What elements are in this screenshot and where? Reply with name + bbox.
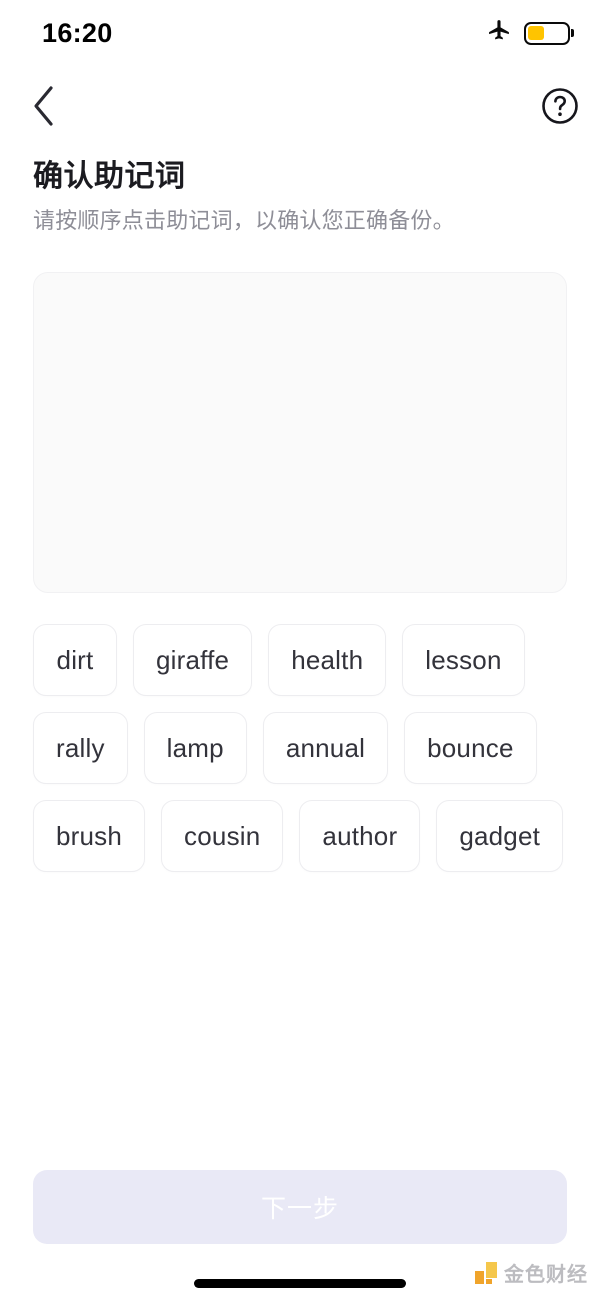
word-chip[interactable]: rally bbox=[33, 712, 128, 784]
header-block: 确认助记词 请按顺序点击助记词，以确认您正确备份。 bbox=[33, 158, 567, 236]
word-bank: dirt giraffe health lesson rally lamp annual bo… bbox=[33, 624, 573, 872]
chevron-left-icon bbox=[34, 86, 53, 126]
nav-bar bbox=[0, 66, 600, 146]
watermark-text: 金色财经 bbox=[504, 1264, 588, 1286]
help-circle-icon bbox=[542, 88, 578, 124]
word-chip[interactable]: giraffe bbox=[133, 624, 253, 696]
word-chip[interactable]: gadget bbox=[436, 800, 564, 872]
app-screen: 16:20 确认助记词 请按顺序点击助记词，以确认您正确备份。 dirt gir… bbox=[0, 0, 600, 1299]
watermark: 金色财经 bbox=[475, 1258, 588, 1287]
word-chip[interactable]: brush bbox=[33, 800, 146, 872]
word-chip[interactable]: author bbox=[299, 800, 421, 872]
status-indicators bbox=[487, 18, 570, 48]
airplane-mode-icon bbox=[487, 18, 512, 48]
home-indicator bbox=[194, 1279, 406, 1288]
selected-words-panel[interactable] bbox=[33, 272, 567, 593]
status-bar: 16:20 bbox=[0, 0, 600, 66]
status-time: 16:20 bbox=[42, 17, 113, 48]
word-chip[interactable]: lamp bbox=[143, 712, 247, 784]
word-chip[interactable]: lesson bbox=[402, 624, 525, 696]
watermark-logo-icon bbox=[475, 1261, 497, 1284]
word-chip[interactable]: dirt bbox=[33, 624, 117, 696]
help-button[interactable] bbox=[534, 80, 586, 132]
word-chip[interactable]: bounce bbox=[404, 712, 537, 784]
battery-icon bbox=[524, 21, 570, 45]
word-chip[interactable]: annual bbox=[262, 712, 389, 784]
word-chip[interactable]: health bbox=[268, 624, 387, 696]
word-chip[interactable]: cousin bbox=[161, 800, 284, 872]
page-title: 确认助记词 bbox=[33, 160, 186, 193]
back-button[interactable] bbox=[18, 80, 70, 132]
next-step-button[interactable]: 下一步 bbox=[33, 1170, 567, 1244]
page-subtitle: 请按顺序点击助记词，以确认您正确备份。 bbox=[33, 208, 455, 234]
